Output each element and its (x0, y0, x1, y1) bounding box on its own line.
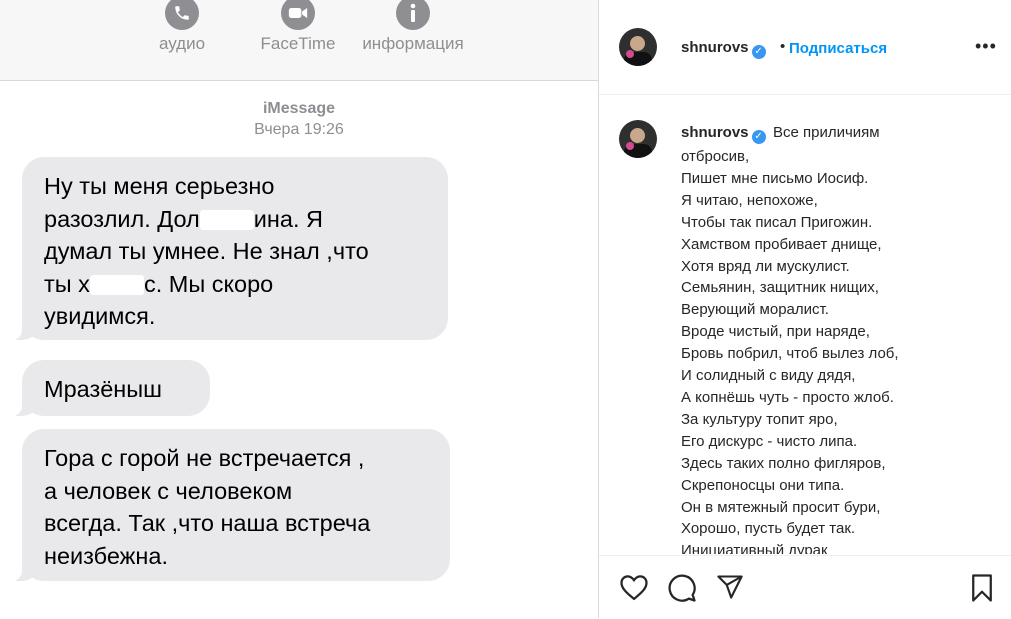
caption-username-link[interactable]: shnurovs ✓ (681, 124, 766, 144)
message-bubble: Мразёныш (6, 360, 210, 416)
message-bubble: Ну ты меня серьезно разозлил. Дол ина. Я … (6, 157, 448, 340)
caption-first-line: Все приличиям (773, 124, 880, 141)
message-line: ты х с. Мы скоро (44, 268, 426, 301)
caption-text: отбросив, Пишет мне письмо Иосиф. Я читаю,… (681, 146, 1001, 554)
heart-icon[interactable] (619, 573, 649, 606)
caption-line: За культуру топит яро, (681, 410, 838, 428)
caption-line: А копнёшь чуть - просто жлоб. (681, 388, 894, 406)
caption-line: Хотя вряд ли мускулист. (681, 257, 850, 275)
caption: shnurovs ✓ Все приличиям отбросив, Пишет м… (599, 118, 1011, 554)
caption-line: Хамством пробивает днище, (681, 235, 882, 253)
audio-label: аудио (158, 34, 206, 53)
imessage-screenshot: аудио FaceTime информация iMessage Вчера… (0, 0, 598, 618)
caption-line: Инициативный дурак (681, 542, 828, 554)
message-line: всегда. Так ,что наша встреча (44, 510, 371, 536)
share-icon[interactable] (716, 573, 744, 606)
ellipsis-icon[interactable]: ••• (975, 36, 997, 57)
caption-line: Верующий моралист. (681, 301, 829, 319)
bubble-tail (6, 394, 38, 416)
message-line: неизбежна. (44, 542, 168, 569)
verified-badge-icon: ✓ (751, 45, 766, 59)
bubble-tail (6, 318, 38, 340)
message-line: увидимся. (44, 303, 156, 329)
message-line: Гора с горой не встречается , (44, 445, 365, 471)
caption-line: Чтобы так писал Пригожин. (681, 213, 873, 231)
avatar[interactable] (619, 28, 657, 66)
caption-line: отбросив, (681, 148, 750, 165)
caption-line: Вроде чистый, при наряде, (681, 323, 870, 341)
facetime-button[interactable]: FaceTime (238, 0, 358, 54)
message-line: думал ты умнее. Не знал ,что (44, 238, 369, 264)
caption-line: Я читаю, непохоже, (681, 191, 818, 209)
caption-line: Его дискурс - чисто липа. (681, 432, 858, 450)
username: shnurovs (681, 39, 749, 56)
instagram-post-panel: shnurovs ✓ • Подписаться ••• shnurovs ✓ Вс… (598, 0, 1011, 618)
message-fragment: ты х (44, 270, 90, 297)
post-actions (599, 555, 1011, 619)
caption-line: Скрепоносцы они типа. (681, 476, 845, 494)
caption-line: И солидный с виду дядя, (681, 367, 856, 385)
caption-line: Пишет мне письмо Иосиф. (681, 169, 869, 187)
header-username-link[interactable]: shnurovs ✓ (681, 39, 766, 59)
info-icon (396, 0, 430, 30)
message-fragment: разозлил. Дол (44, 205, 200, 232)
redaction-mark (89, 275, 144, 296)
facetime-label: FaceTime (260, 34, 336, 53)
info-label: информация (362, 34, 464, 53)
message-line: а человек с человеком (44, 477, 293, 504)
info-button[interactable]: информация (353, 0, 473, 54)
follow-button[interactable]: Подписаться (789, 40, 887, 57)
phone-icon (165, 0, 199, 30)
video-camera-icon (281, 0, 315, 30)
service-label: iMessage (262, 100, 336, 117)
caption-line: Здесь таких полно фигляров, (681, 454, 886, 472)
message-fragment: с. Мы скоро (143, 270, 274, 297)
caption-line: Хорошо, пусть будет так. (681, 520, 856, 538)
post-header: shnurovs ✓ • Подписаться ••• (599, 0, 1011, 95)
caption-line: Бровь побрил, чтоб вылез лоб, (681, 345, 899, 363)
username: shnurovs (681, 124, 749, 141)
message-line: разозлил. Дол ина. Я (44, 203, 426, 236)
caption-line: Семьянин, защитник нищих, (681, 279, 879, 297)
contact-header: аудио FaceTime информация (0, 0, 598, 81)
avatar[interactable] (619, 120, 657, 158)
message-line: Ну ты меня серьезно (44, 173, 275, 199)
message-fragment: ина. Я (253, 205, 323, 232)
redaction-mark (199, 210, 254, 231)
audio-call-button[interactable]: аудио (122, 0, 242, 54)
caption-line: Он в мятежный просит бури, (681, 498, 881, 516)
bookmark-icon[interactable] (969, 573, 995, 608)
separator-dot: • (780, 38, 786, 55)
message-bubble: Гора с горой не встречается , а человек … (6, 429, 450, 581)
message-timestamp: Вчера 19:26 (254, 121, 344, 138)
verified-badge-icon: ✓ (751, 130, 766, 144)
bubble-tail (6, 559, 38, 581)
message-line: Мразёныш (44, 376, 163, 402)
comment-icon[interactable] (667, 573, 697, 608)
